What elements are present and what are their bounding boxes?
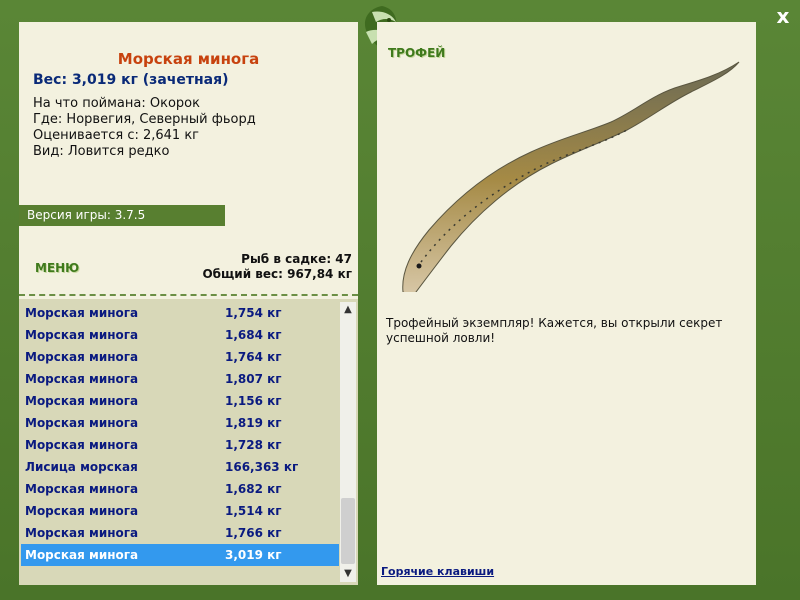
- list-scrollbar[interactable]: ▲ ▼: [340, 302, 356, 582]
- list-item-name: Морская минога: [25, 350, 139, 364]
- catch-weight: Вес: 3,019 кг (зачетная): [33, 72, 229, 88]
- lamprey-image: [402, 61, 740, 292]
- trophy-panel: ТРОФЕЙ Трофейный экземпляр! Кажется, вы …: [377, 22, 756, 585]
- close-button[interactable]: x: [770, 4, 796, 28]
- list-item[interactable]: Морская минога 1,514 кг: [21, 500, 339, 522]
- list-item-weight: 1,682 кг: [225, 482, 282, 496]
- hotkeys-link[interactable]: Горячие клавиши: [381, 565, 494, 578]
- catch-fish-name: Морская минога: [117, 50, 260, 68]
- fish-list-panel: Морская минога 1,754 кг Морская минога 1,68…: [19, 299, 358, 585]
- catch-valued-from: Оценивается с: 2,641 кг: [33, 128, 200, 143]
- list-item[interactable]: Морская минога 1,807 кг: [21, 368, 339, 390]
- list-item-name: Морская минога: [25, 526, 139, 540]
- list-item-name: Морская минога: [25, 548, 139, 562]
- list-item-weight: 3,019 кг: [225, 548, 282, 562]
- catch-bait: На что поймана: Окорок: [33, 96, 200, 111]
- menu-title: МЕНЮ: [35, 261, 80, 275]
- list-item-name: Лисица морская: [25, 460, 138, 474]
- list-item-weight: 1,514 кг: [225, 504, 282, 518]
- list-item-weight: 1,156 кг: [225, 394, 282, 408]
- list-item-name: Морская минога: [25, 438, 139, 452]
- list-item-name: Морская минога: [25, 416, 139, 430]
- list-item[interactable]: Морская минога 1,766 кг: [21, 522, 339, 544]
- list-item-name: Морская минога: [25, 328, 139, 342]
- keepnet-count: Рыб в садке: 47: [241, 252, 352, 266]
- list-item[interactable]: Лисица морская 166,363 кг: [21, 456, 339, 478]
- scroll-down-arrow-icon[interactable]: ▼: [340, 566, 356, 582]
- catch-info-panel: Морская минога Вес: 3,019 кг (зачетная) …: [19, 22, 358, 299]
- close-icon: x: [776, 4, 790, 28]
- list-item-name: Морская минога: [25, 394, 139, 408]
- game-version: Версия игры: 3.7.5: [19, 205, 225, 226]
- list-item-weight: 1,764 кг: [225, 350, 282, 364]
- scroll-thumb[interactable]: [341, 498, 355, 564]
- fish-list: Морская минога 1,754 кг Морская минога 1,68…: [21, 302, 339, 566]
- keepnet-total-weight: Общий вес: 967,84 кг: [202, 267, 352, 281]
- list-item-weight: 166,363 кг: [225, 460, 299, 474]
- list-item[interactable]: Морская минога 1,684 кг: [21, 324, 339, 346]
- list-item[interactable]: Морская минога 1,156 кг: [21, 390, 339, 412]
- list-item-weight: 1,807 кг: [225, 372, 282, 386]
- list-item-weight: 1,819 кг: [225, 416, 282, 430]
- list-item-weight: 1,684 кг: [225, 328, 282, 342]
- list-item[interactable]: Морская минога 1,819 кг: [21, 412, 339, 434]
- keepnet-stats: Рыб в садке: 47 Общий вес: 967,84 кг: [202, 252, 352, 282]
- list-item-name: Морская минога: [25, 372, 139, 386]
- list-item-name: Морская минога: [25, 306, 139, 320]
- catch-kind: Вид: Ловится редко: [33, 144, 170, 159]
- list-item[interactable]: Морская минога 1,754 кг: [21, 302, 339, 324]
- list-item[interactable]: Морская минога 3,019 кг: [21, 544, 339, 566]
- scroll-up-arrow-icon[interactable]: ▲: [340, 302, 356, 318]
- divider: [19, 294, 358, 296]
- list-item-weight: 1,766 кг: [225, 526, 282, 540]
- list-item[interactable]: Морская минога 1,764 кг: [21, 346, 339, 368]
- list-item-name: Морская минога: [25, 504, 139, 518]
- list-item-weight: 1,754 кг: [225, 306, 282, 320]
- list-item-weight: 1,728 кг: [225, 438, 282, 452]
- list-item[interactable]: Морская минога 1,728 кг: [21, 434, 339, 456]
- trophy-description: Трофейный экземпляр! Кажется, вы открыли…: [386, 316, 723, 345]
- list-item-name: Морская минога: [25, 482, 139, 496]
- catch-location: Где: Норвегия, Северный фьорд: [33, 112, 256, 127]
- list-item[interactable]: Морская минога 1,682 кг: [21, 478, 339, 500]
